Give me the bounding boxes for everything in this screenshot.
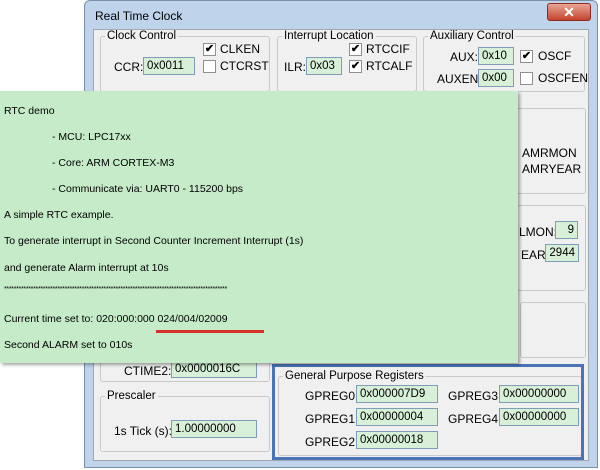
ccr-field[interactable]: 0x0011 (143, 57, 195, 75)
ctcrst-label: CTCRST (220, 59, 269, 73)
ilr-label: ILR: (284, 60, 307, 74)
auxiliary-control-legend: Auxiliary Control (430, 30, 514, 42)
clock-control-legend: Clock Control (107, 30, 177, 42)
console-line: RTC demo (4, 105, 55, 117)
ctime2-label: CTIME2: (124, 364, 172, 378)
clken-checkbox[interactable]: ✔ (203, 43, 216, 56)
console-separator: ****************************************… (4, 286, 228, 293)
console-output: RTC demo - MCU: LPC17xx - Core: ARM CORT… (0, 91, 518, 363)
prescaler-legend: Prescaler (107, 390, 156, 402)
rtcalf-checkbox[interactable]: ✔ (349, 60, 362, 73)
amrmon-label: AMRMON (522, 146, 577, 160)
console-line: - Communicate via: UART0 - 115200 bps (52, 183, 244, 195)
close-button[interactable]: ✕ (547, 3, 591, 21)
clken-label: CLKEN (220, 42, 261, 56)
tick-label: 1s Tick (s): (114, 424, 173, 438)
tick-field[interactable]: 1.00000000 (171, 420, 257, 438)
ccr-label: CCR: (114, 60, 144, 74)
oscfen-label: OSCFEN (538, 71, 589, 85)
alyear-field[interactable]: 2944 (545, 244, 579, 262)
auxen-label: AUXEN: (437, 72, 482, 86)
ctcrst-checkbox[interactable] (203, 60, 216, 73)
almon-label: LMON: (519, 225, 558, 239)
gpreg-highlight-frame (272, 364, 584, 460)
console-line: A simple RTC example. (4, 209, 114, 221)
aux-label: AUX: (450, 50, 479, 64)
console-line: and generate Alarm interrupt at 10s (4, 262, 169, 274)
interrupt-location-legend: Interrupt Location (284, 30, 374, 42)
oscf-checkbox[interactable]: ✔ (520, 50, 533, 63)
console-line: - MCU: LPC17xx (52, 131, 131, 143)
window-title: Real Time Clock (95, 9, 183, 23)
hidden-group (520, 302, 586, 358)
console-line: Current time set to: 020:000:000 024/004… (4, 313, 228, 325)
oscfen-checkbox[interactable] (520, 72, 533, 85)
red-underline-annotation (156, 330, 264, 333)
aux-field[interactable]: 0x10 (478, 47, 514, 65)
rtccif-label: RTCCIF (366, 42, 410, 56)
auxen-field[interactable]: 0x00 (478, 69, 514, 87)
amryear-label: AMRYEAR (522, 162, 582, 176)
ilr-field[interactable]: 0x03 (306, 57, 342, 75)
console-line: - Core: ARM CORTEX-M3 (52, 157, 175, 169)
console-line: To generate interrupt in Second Counter … (4, 235, 304, 247)
console-line: Second ALARM set to 010s (4, 339, 133, 351)
almon-field[interactable]: 9 (555, 221, 578, 239)
rtcalf-label: RTCALF (366, 59, 413, 73)
oscf-label: OSCF (538, 49, 572, 63)
title-bar[interactable]: Real Time Clock ✕ (85, 1, 597, 29)
rtccif-checkbox[interactable]: ✔ (349, 43, 362, 56)
